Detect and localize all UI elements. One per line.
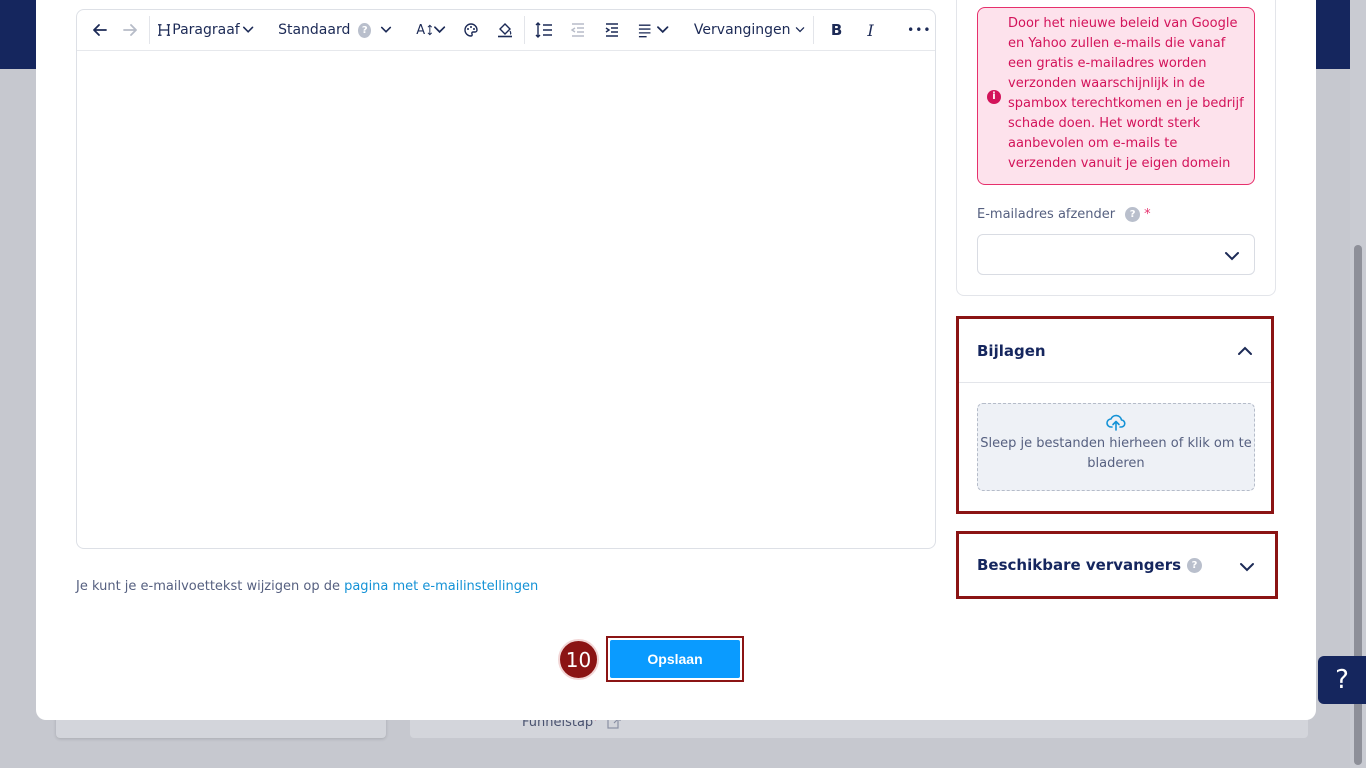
outdent-button[interactable] — [563, 15, 593, 45]
file-dropzone[interactable]: Sleep je bestanden hierheen of klik om t… — [977, 403, 1255, 491]
save-button[interactable]: Opslaan — [610, 640, 740, 678]
warning-text: Door het nieuwe beleid van Google en Yah… — [1008, 16, 1244, 171]
sender-warning-alert: i Door het nieuwe beleid van Google en Y… — [977, 7, 1255, 185]
italic-button[interactable]: I — [856, 15, 886, 45]
chevron-down-icon — [433, 26, 446, 34]
chevron-down-icon — [657, 26, 669, 34]
replacements-dropdown[interactable]: Vervangingen — [688, 15, 809, 45]
indent-button[interactable] — [597, 15, 627, 45]
chevron-up-icon — [1238, 346, 1252, 355]
chevron-down-icon — [242, 26, 254, 33]
sender-email-help-icon[interactable]: ? — [1125, 207, 1141, 222]
attachments-panel: Bijlagen Sleep je bestanden hierheen of … — [956, 316, 1274, 514]
arrow-left-icon — [93, 24, 107, 36]
page-scrollbar[interactable] — [1350, 0, 1366, 768]
arrow-right-icon — [123, 24, 137, 36]
chevron-down-icon — [1240, 563, 1254, 572]
required-marker: * — [1144, 207, 1151, 222]
more-options-button[interactable]: ••• — [904, 15, 935, 45]
available-replacements-panel[interactable]: Beschikbare vervangers ? — [956, 531, 1278, 599]
attachments-title: Bijlagen — [977, 341, 1046, 360]
editor-content-area[interactable] — [77, 51, 935, 548]
info-icon: i — [987, 90, 1001, 104]
toolbar-divider — [149, 16, 150, 44]
toolbar-divider — [524, 16, 526, 44]
align-left-icon — [638, 24, 651, 38]
chevron-down-icon — [381, 26, 392, 33]
help-button[interactable]: ? — [1318, 656, 1366, 704]
bold-icon: B — [830, 21, 843, 39]
font-size-icon: A — [416, 22, 426, 38]
sender-card: i Door het nieuwe beleid van Google en Y… — [956, 0, 1276, 296]
bold-button[interactable]: B — [822, 15, 852, 45]
rich-text-editor: Paragraaf Standaard ? A Vervangingen B I… — [76, 9, 936, 549]
email-settings-link[interactable]: pagina met e-mailinstellingen — [344, 579, 538, 594]
highlight-color-button[interactable] — [490, 15, 520, 45]
outdent-icon — [570, 23, 585, 37]
text-color-button[interactable] — [456, 15, 486, 45]
replacements-help-icon[interactable]: ? — [1187, 557, 1203, 573]
heading-icon — [157, 24, 171, 36]
chevron-down-icon — [1225, 252, 1239, 261]
sender-email-label: E-mailadres afzender? * — [977, 207, 1151, 222]
undo-button[interactable] — [85, 15, 115, 45]
font-help-icon[interactable]: ? — [358, 22, 372, 38]
alignment-dropdown[interactable] — [633, 15, 674, 45]
more-icon: ••• — [907, 23, 932, 37]
font-dropdown-label: Standaard — [278, 22, 351, 38]
redo-button[interactable] — [115, 15, 145, 45]
italic-icon: I — [867, 20, 874, 40]
attachments-header[interactable]: Bijlagen — [959, 319, 1271, 383]
email-editor-modal: Paragraaf Standaard ? A Vervangingen B I… — [36, 0, 1316, 720]
cloud-upload-icon — [1106, 414, 1126, 431]
chevron-down-icon — [795, 27, 804, 33]
available-replacements-title: Beschikbare vervangers — [977, 556, 1182, 574]
indent-icon — [605, 23, 619, 37]
fill-bucket-icon — [498, 23, 513, 38]
footer-note: Je kunt je e-mailvoettekst wijzigen op d… — [76, 579, 539, 594]
font-dropdown[interactable]: Standaard ? — [272, 15, 396, 45]
line-height-button[interactable] — [529, 15, 559, 45]
palette-icon — [464, 23, 478, 37]
heading-dropdown-label: Paragraaf — [172, 22, 240, 38]
line-height-icon — [535, 22, 553, 38]
heading-dropdown[interactable]: Paragraaf — [154, 15, 258, 45]
sender-email-select[interactable] — [977, 234, 1255, 275]
font-size-dropdown[interactable]: A — [410, 15, 450, 45]
replacements-dropdown-label: Vervangingen — [693, 22, 791, 38]
dropzone-text: Sleep je bestanden hierheen of klik om t… — [980, 436, 1252, 471]
editor-toolbar: Paragraaf Standaard ? A Vervangingen B I… — [77, 10, 935, 51]
step-number-badge: 10 — [558, 639, 599, 680]
toolbar-divider — [812, 16, 814, 44]
